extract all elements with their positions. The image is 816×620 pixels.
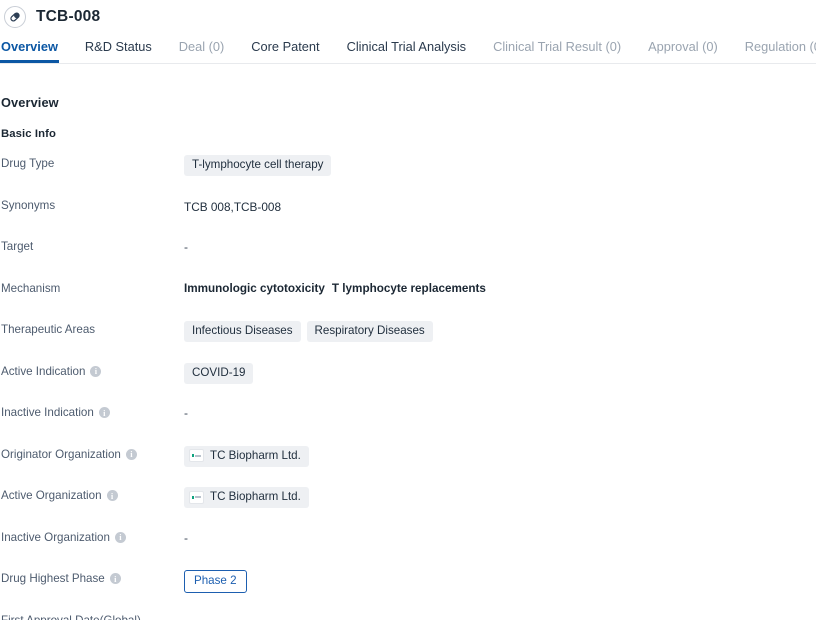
field-label-text: Active Organization	[1, 489, 102, 502]
organization-tag[interactable]: TC Biopharm Ltd.	[184, 487, 309, 508]
page-title: TCB-008	[36, 7, 101, 25]
field-value-target: -	[184, 237, 816, 254]
field-label-target: Target	[1, 237, 184, 253]
field-label-originator-organization: Originator Organization i	[1, 445, 184, 461]
field-value-inactive-indication: -	[184, 403, 816, 420]
empty-value: -	[184, 530, 188, 545]
organization-logo-icon	[189, 449, 204, 462]
field-value-active-indication: COVID-19	[184, 362, 816, 384]
organization-logo-icon	[189, 490, 204, 504]
field-label-text: First Approval Date(Global)	[1, 613, 141, 620]
tab-overview[interactable]: Overview	[0, 33, 59, 63]
field-label-drug-type: Drug Type	[1, 154, 184, 170]
field-value-mechanism: Immunologic cytotoxicity T lymphocyte rep…	[184, 279, 816, 295]
tab-r-d-status[interactable]: R&D Status	[85, 33, 152, 63]
info-icon[interactable]: i	[114, 531, 126, 543]
phase-badge[interactable]: Phase 2	[184, 570, 247, 593]
drug-detail-page: TCB-008 Overview R&D Status Deal (0) Core P…	[0, 0, 816, 620]
field-row: Inactive Organization i -	[1, 528, 816, 570]
field-value-inactive-organization: -	[184, 528, 816, 545]
field-value-active-organization: TC Biopharm Ltd.	[184, 486, 816, 508]
value-tag[interactable]: Infectious Diseases	[184, 321, 301, 342]
info-icon[interactable]: i	[98, 407, 110, 418]
field-row: First Approval Date(Global) -	[1, 611, 816, 620]
info-icon[interactable]: i	[90, 365, 102, 377]
field-label-text: Mechanism	[1, 281, 61, 295]
empty-value: -	[184, 612, 188, 620]
tag-label: COVID-19	[192, 365, 246, 379]
field-value-originator-organization: TC Biopharm Ltd.	[184, 445, 816, 467]
field-value-therapeutic-areas: Infectious Diseases Respiratory Diseases	[184, 320, 816, 342]
field-label-text: Therapeutic Areas	[1, 323, 96, 336]
page-header: TCB-008	[0, 0, 816, 33]
tag-label: Respiratory Diseases	[314, 324, 425, 337]
tab-regulation-0[interactable]: Regulation (0)	[745, 33, 816, 63]
logo-bar	[195, 496, 201, 498]
value-tag[interactable]: T-lymphocyte cell therapy	[184, 155, 332, 176]
field-row: Inactive Indication i -	[1, 403, 816, 445]
field-row: Mechanism Immunologic cytotoxicity T lymph…	[1, 279, 816, 321]
logo-square	[192, 495, 195, 499]
field-label-drug-highest-phase: Drug Highest Phase i	[1, 569, 184, 585]
info-icon[interactable]: i	[109, 573, 121, 584]
field-label-text: Target	[1, 240, 34, 253]
field-row: Drug Highest Phase i Phase 2	[1, 569, 816, 611]
field-row: Drug Type T-lymphocyte cell therapy	[1, 154, 816, 196]
field-label-therapeutic-areas: Therapeutic Areas	[1, 320, 184, 336]
field-label-text: Drug Type	[1, 157, 55, 170]
value-tag[interactable]: COVID-19	[184, 362, 254, 384]
field-label-active-indication: Active Indication i	[1, 362, 184, 378]
tab-clinical-trial-result-0[interactable]: Clinical Trial Result (0)	[493, 33, 621, 63]
tag-label: TC Biopharm Ltd.	[210, 490, 301, 503]
field-row: Synonyms TCB 008,TCB-008	[1, 196, 816, 238]
tab-approval-0[interactable]: Approval (0)	[648, 33, 718, 63]
empty-value: -	[184, 240, 188, 254]
field-label-text: Drug Highest Phase	[1, 572, 105, 585]
mechanism-value: Immunologic cytotoxicity	[184, 281, 325, 295]
pill-capsule-icon	[4, 5, 26, 28]
tab-core-patent[interactable]: Core Patent	[251, 33, 319, 63]
basic-info-rows: Drug Type T-lymphocyte cell therapy Synony…	[1, 154, 816, 620]
field-value-drug-type: T-lymphocyte cell therapy	[184, 154, 816, 176]
mechanism-value: T lymphocyte replacements	[331, 281, 486, 295]
logo-bar	[195, 454, 201, 457]
field-row: Active Organization i TC Biopharm Ltd.	[1, 486, 816, 528]
text-value: TCB 008,TCB-008	[184, 199, 282, 214]
field-value-first-approval-date-global: -	[184, 611, 816, 620]
tab-bar: Overview R&D Status Deal (0) Core Patent Cli…	[0, 33, 816, 64]
organization-tag[interactable]: TC Biopharm Ltd.	[184, 445, 309, 467]
mechanism-values: Immunologic cytotoxicity T lymphocyte rep…	[184, 280, 486, 295]
logo-square	[192, 454, 195, 457]
field-label-first-approval-date-global: First Approval Date(Global)	[1, 611, 184, 620]
field-label-text: Synonyms	[1, 198, 56, 212]
tag-label: TC Biopharm Ltd.	[210, 448, 301, 462]
field-label-mechanism: Mechanism	[1, 279, 184, 295]
tag-label: Infectious Diseases	[192, 324, 293, 337]
subsection-title: Basic Info	[1, 128, 56, 140]
value-tag[interactable]: Respiratory Diseases	[306, 321, 433, 342]
field-label-active-organization: Active Organization i	[1, 486, 184, 502]
field-label-synonyms: Synonyms	[1, 196, 184, 212]
field-label-inactive-indication: Inactive Indication i	[1, 403, 184, 419]
empty-value: -	[184, 406, 188, 420]
field-row: Active Indication i COVID-19	[1, 362, 816, 404]
info-icon[interactable]: i	[106, 490, 118, 501]
field-value-synonyms: TCB 008,TCB-008	[184, 196, 816, 214]
tab-deal-0[interactable]: Deal (0)	[179, 33, 225, 63]
field-label-text: Active Indication	[1, 364, 86, 378]
field-label-text: Inactive Indication	[1, 406, 94, 419]
info-icon[interactable]: i	[125, 448, 137, 460]
overview-content: Overview Basic Info Drug Type T-lymphocyt…	[0, 95, 816, 620]
field-row: Originator Organization i TC Biopharm Ltd.	[1, 445, 816, 487]
tag-label: T-lymphocyte cell therapy	[192, 158, 324, 171]
field-value-drug-highest-phase: Phase 2	[184, 569, 816, 593]
section-title: Overview	[1, 95, 59, 110]
field-label-text: Inactive Organization	[1, 530, 110, 544]
field-row: Therapeutic Areas Infectious Diseases Resp…	[1, 320, 816, 362]
field-row: Target -	[1, 237, 816, 279]
tab-clinical-trial-analysis[interactable]: Clinical Trial Analysis	[347, 33, 466, 63]
field-label-text: Originator Organization	[1, 447, 121, 461]
field-label-inactive-organization: Inactive Organization i	[1, 528, 184, 544]
